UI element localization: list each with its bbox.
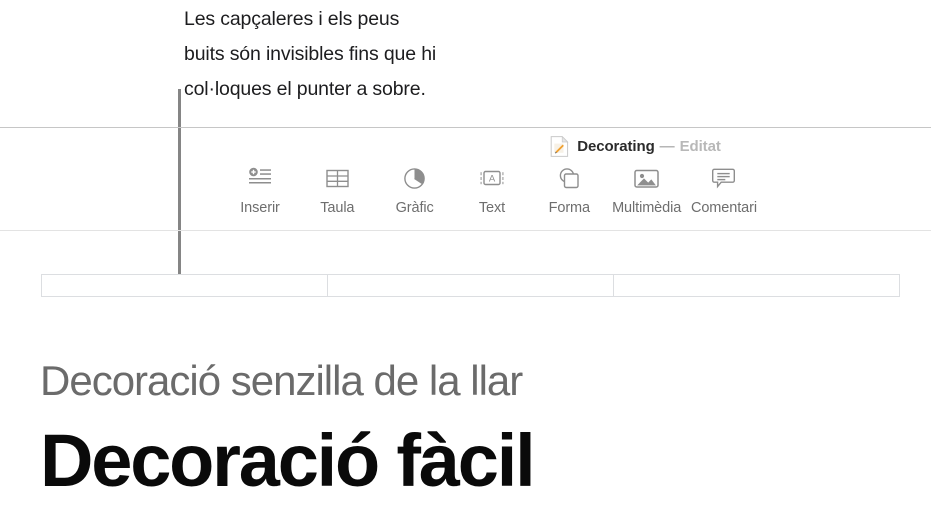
- text-box-icon: A: [479, 165, 505, 191]
- document-subtitle[interactable]: Decoració senzilla de la llar: [40, 357, 523, 405]
- toolbar-label-insert: Inserir: [240, 200, 280, 216]
- header-field-right[interactable]: [613, 274, 900, 297]
- chart-icon: [403, 165, 426, 191]
- media-icon: [634, 165, 659, 191]
- toolbar-label-shape: Forma: [548, 200, 591, 216]
- insert-icon: [248, 165, 272, 191]
- toolbar-button-chart[interactable]: Gràfic: [377, 165, 453, 216]
- toolbar-divider: [0, 230, 931, 231]
- header-field-left[interactable]: [41, 274, 328, 297]
- document-edited-state: Editat: [679, 137, 721, 155]
- title-separator: —: [659, 137, 675, 155]
- toolbar-label-text: Text: [478, 200, 506, 216]
- titlebar-divider: [0, 127, 931, 128]
- toolbar-label-media: Multimèdia: [612, 200, 682, 216]
- callout-annotation-text: Les capçaleres i els peus buits són invi…: [184, 8, 437, 100]
- toolbar-label-chart: Gràfic: [395, 200, 434, 216]
- header-field-center[interactable]: [327, 274, 614, 297]
- toolbar-button-insert[interactable]: Inserir: [222, 165, 298, 216]
- pages-document-icon: [550, 135, 569, 157]
- toolbar-button-media[interactable]: Multimèdia: [609, 165, 685, 216]
- toolbar-button-comment[interactable]: Comentari: [686, 165, 762, 216]
- comment-icon: [712, 165, 736, 191]
- document-title: Decorating: [577, 137, 655, 155]
- header-fields-row: [41, 274, 900, 297]
- table-icon: [326, 165, 349, 191]
- toolbar: Inserir Taula Gràfic A Text Forma Multim…: [222, 165, 762, 227]
- shape-icon: [557, 165, 581, 191]
- callout-leader-line: [178, 89, 181, 279]
- document-headline[interactable]: Decoració fàcil: [40, 418, 536, 503]
- toolbar-button-text[interactable]: A Text: [454, 165, 530, 216]
- titlebar: Decorating — Editat: [0, 131, 931, 161]
- toolbar-label-comment: Comentari: [690, 200, 757, 216]
- svg-text:A: A: [489, 174, 496, 185]
- toolbar-button-table[interactable]: Taula: [299, 165, 375, 216]
- toolbar-label-table: Taula: [320, 200, 355, 216]
- toolbar-button-shape[interactable]: Forma: [531, 165, 607, 216]
